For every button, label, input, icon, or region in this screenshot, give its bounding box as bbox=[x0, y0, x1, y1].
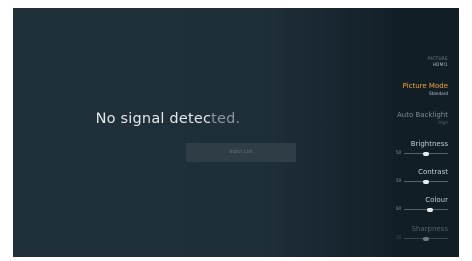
picture-mode-setting[interactable]: Picture Mode Standard bbox=[396, 82, 448, 97]
brightness-slider[interactable]: 50 bbox=[396, 150, 448, 156]
contrast-setting[interactable]: Contrast 50 bbox=[396, 168, 448, 184]
input-list-button[interactable]: Input List bbox=[186, 143, 296, 162]
contrast-knob[interactable] bbox=[423, 179, 429, 184]
auto-backlight-setting[interactable]: Auto Backlight High bbox=[396, 111, 448, 126]
brightness-knob[interactable] bbox=[423, 151, 429, 156]
sharpness-knob[interactable] bbox=[423, 236, 429, 241]
no-signal-text: No signal detec bbox=[95, 111, 212, 127]
colour-label: Colour bbox=[425, 196, 448, 204]
sharpness-track bbox=[404, 236, 448, 241]
picture-mode-value: Standard bbox=[428, 91, 448, 96]
contrast-label: Contrast bbox=[418, 168, 448, 176]
sharpness-value: 10 bbox=[396, 235, 402, 240]
brightness-setting[interactable]: Brightness 50 bbox=[396, 140, 448, 156]
sharpness-slider[interactable]: 10 bbox=[396, 235, 448, 241]
colour-slider[interactable]: 60 bbox=[396, 206, 448, 212]
sharpness-setting[interactable]: Sharpness 10 bbox=[396, 225, 448, 241]
no-signal-text-fade: ted. bbox=[211, 111, 241, 127]
brightness-value: 50 bbox=[396, 150, 402, 155]
sharpness-label: Sharpness bbox=[411, 225, 448, 233]
panel-header: PICTURE HDMI1 bbox=[428, 56, 448, 68]
brightness-label: Brightness bbox=[410, 140, 448, 148]
contrast-value: 50 bbox=[396, 178, 402, 183]
input-source-label: HDMI1 bbox=[432, 62, 448, 67]
colour-track bbox=[404, 207, 448, 212]
colour-knob[interactable] bbox=[427, 207, 434, 212]
no-signal-message: No signal detected. bbox=[13, 111, 323, 127]
contrast-slider[interactable]: 50 bbox=[396, 178, 448, 184]
contrast-track bbox=[404, 179, 448, 184]
brightness-track bbox=[404, 151, 448, 156]
tv-screen: No signal detected. Input List PICTURE H… bbox=[13, 8, 459, 257]
colour-value: 60 bbox=[396, 206, 402, 211]
colour-setting[interactable]: Colour 60 bbox=[396, 196, 448, 212]
picture-mode-label: Picture Mode bbox=[402, 82, 448, 90]
auto-backlight-value: High bbox=[438, 120, 448, 125]
picture-settings-panel: PICTURE HDMI1 Picture Mode Standard Auto… bbox=[393, 8, 459, 257]
auto-backlight-label: Auto Backlight bbox=[397, 111, 448, 119]
